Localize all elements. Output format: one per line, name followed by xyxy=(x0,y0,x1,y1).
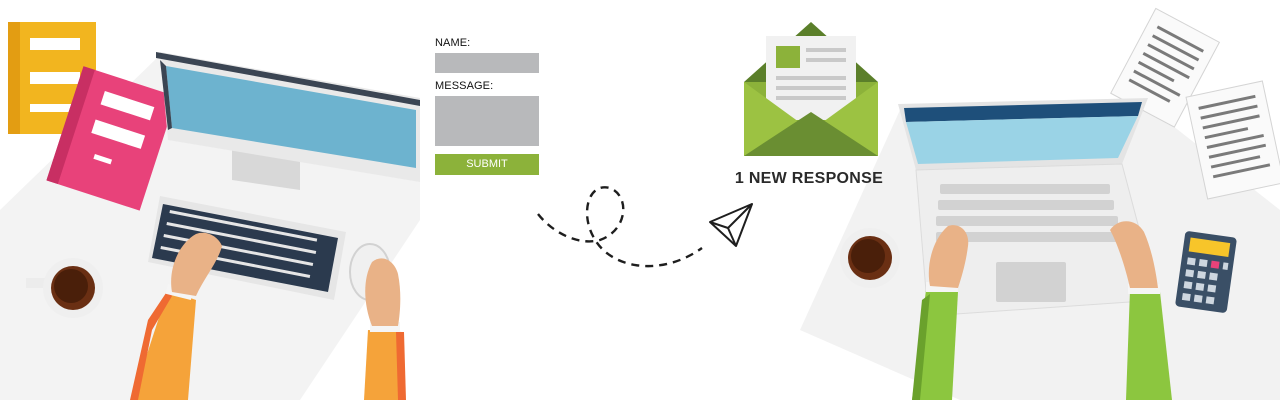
paper-plane-icon xyxy=(709,203,753,247)
message-field[interactable] xyxy=(435,96,539,146)
name-field[interactable] xyxy=(435,53,539,73)
submit-button[interactable]: SUBMIT xyxy=(435,154,539,175)
calculator-icon xyxy=(1175,231,1237,313)
dashed-flight-path xyxy=(537,186,703,268)
new-response-label: 1 NEW RESPONSE xyxy=(734,170,884,187)
message-label: MESSAGE: xyxy=(435,80,494,92)
envelope-icon xyxy=(744,22,878,156)
illustration-scene xyxy=(0,0,1280,400)
illustration-artwork xyxy=(0,7,1280,400)
name-label: NAME: xyxy=(435,37,471,49)
coffee-cup-icon xyxy=(840,228,900,288)
contact-form: NAME: MESSAGE: SUBMIT xyxy=(435,37,541,175)
